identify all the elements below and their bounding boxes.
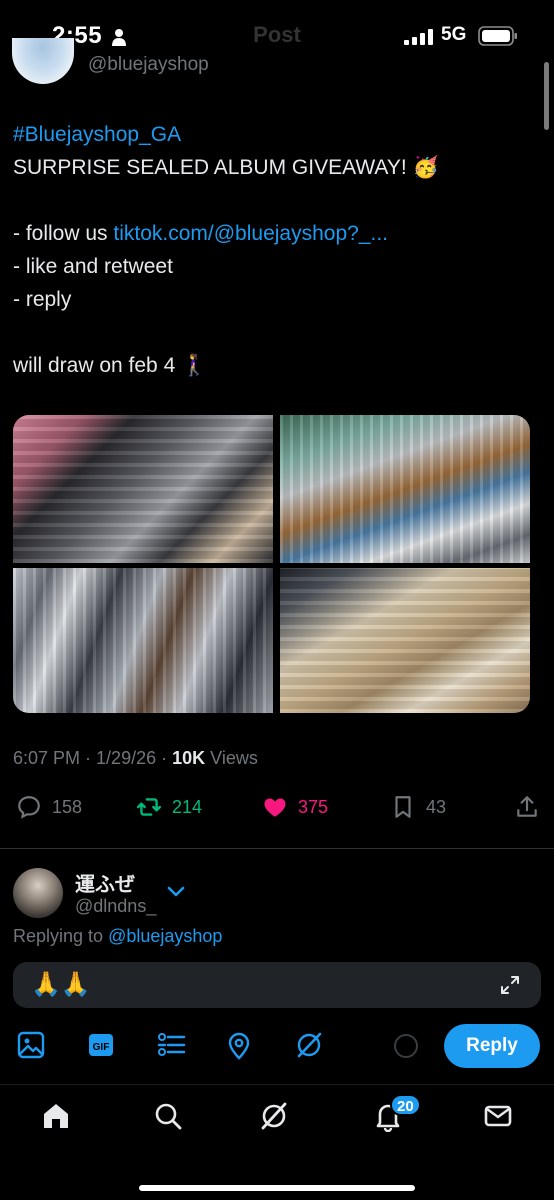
replying-to-label: Replying to (13, 926, 109, 946)
tweet-text: #Bluejayshop_GA SURPRISE SEALED ALBUM GI… (13, 118, 533, 382)
share-icon (517, 796, 537, 817)
svg-text:GIF: GIF (93, 1042, 110, 1053)
like-action[interactable]: 375 (262, 792, 328, 822)
author-avatar[interactable] (12, 38, 74, 84)
scroll-indicator (544, 62, 549, 130)
heart-icon (264, 798, 286, 817)
tweet-line-follow: - follow us (13, 222, 114, 245)
tweet-line-reply: - reply (13, 288, 72, 311)
grok-icon[interactable] (258, 1100, 290, 1132)
album-rows-photo[interactable] (13, 568, 273, 713)
cellular-signal-icon (404, 29, 433, 45)
reply-input-box[interactable]: 🙏🙏 (13, 962, 541, 1008)
location-icon[interactable] (224, 1030, 254, 1060)
reply-icon (18, 796, 40, 819)
tiktok-link[interactable]: tiktok.com/@bluejayshop?_... (113, 222, 388, 245)
network-type: 5G (441, 24, 467, 45)
tweet-line-headline: SURPRISE SEALED ALBUM GIVEAWAY! 🥳 (13, 156, 439, 179)
home-icon[interactable] (40, 1100, 72, 1132)
nav-divider (0, 1084, 554, 1085)
views-label: Views (210, 748, 258, 768)
hashtag-link[interactable]: #Bluejayshop_GA (13, 123, 181, 146)
replying-to-link[interactable]: @bluejayshop (108, 926, 222, 946)
messages-icon[interactable] (482, 1100, 514, 1132)
sealed-albums-photo[interactable] (280, 568, 530, 713)
tweet-date: 1/29/26 (96, 748, 157, 768)
like-count: 375 (298, 796, 329, 817)
page-title: Post (253, 22, 301, 47)
gif-icon[interactable]: GIF (86, 1030, 116, 1060)
image-icon[interactable] (16, 1030, 46, 1060)
album-stacks-photo[interactable] (13, 415, 273, 563)
reply-button[interactable]: Reply (444, 1024, 540, 1068)
reply-action[interactable]: 158 (16, 792, 82, 822)
tweet-line-draw: will draw on feb 4 🚶‍♀️ (13, 354, 208, 377)
reply-user-name: 運ふぜ (75, 874, 135, 896)
views-count[interactable]: 10K (172, 748, 205, 768)
search-icon[interactable] (152, 1100, 184, 1132)
share-action[interactable] (514, 792, 540, 822)
chevron-down-icon[interactable] (166, 884, 186, 900)
reply-user-handle: @dlndns_ (75, 896, 157, 916)
retweet-icon (136, 798, 162, 816)
reply-user-avatar[interactable] (13, 868, 63, 918)
tweet-line-like: - like and retweet (13, 255, 173, 278)
reply-count: 158 (52, 796, 83, 817)
expand-icon[interactable] (499, 974, 521, 996)
poll-icon[interactable] (156, 1030, 186, 1060)
reply-input[interactable]: 🙏🙏 (31, 970, 91, 999)
character-count-indicator (394, 1034, 418, 1058)
bookmark-count: 43 (426, 796, 447, 817)
retweet-action[interactable]: 214 (136, 792, 202, 822)
notifications-badge: 20 (390, 1094, 421, 1116)
battery-icon (478, 26, 517, 46)
home-indicator[interactable] (139, 1185, 415, 1191)
store-shelves-photo[interactable] (280, 415, 530, 563)
tweet-meta: 6:07 PM · 1/29/26 · 10K Views (13, 748, 258, 768)
replying-to: Replying to @bluejayshop (13, 926, 222, 947)
divider (0, 848, 554, 849)
author-handle[interactable]: @bluejayshop (88, 54, 209, 76)
media-grid (13, 415, 530, 713)
bookmark-action[interactable]: 43 (390, 792, 446, 822)
bookmark-icon (395, 796, 411, 818)
status-bar: 2:55 Post 5G (0, 0, 554, 76)
tweet-time: 6:07 PM (13, 748, 81, 768)
grok-icon[interactable] (294, 1030, 324, 1060)
retweet-count: 214 (172, 796, 203, 817)
